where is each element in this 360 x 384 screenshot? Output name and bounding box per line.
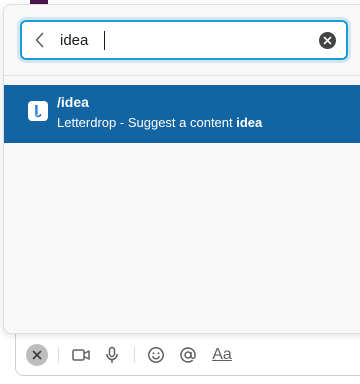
close-shortcuts-button[interactable] [26, 344, 48, 366]
microphone-icon [106, 346, 118, 364]
search-divider [4, 75, 360, 76]
video-clip-button[interactable] [70, 344, 92, 366]
video-camera-icon [72, 349, 90, 361]
description-match-highlight: idea [236, 115, 263, 130]
shortcut-app-name: Letterdrop [57, 115, 117, 130]
audio-clip-button[interactable] [102, 344, 122, 366]
toolbar-divider [58, 347, 59, 363]
letterdrop-app-icon [28, 101, 48, 121]
close-icon [323, 36, 332, 45]
composer-toolbar: Aa [0, 338, 360, 372]
close-icon [32, 350, 42, 360]
search-area [4, 5, 360, 75]
toolbar-divider [134, 347, 135, 363]
formatting-toggle-button[interactable]: Aa [210, 344, 234, 366]
shortcut-result-item[interactable]: /idea Letterdrop - Suggest a content ide… [4, 85, 360, 143]
emoji-button[interactable] [146, 344, 166, 366]
search-input[interactable] [60, 28, 300, 52]
shortcut-description: Letterdrop - Suggest a content idea [57, 115, 262, 130]
description-text: Suggest a content [127, 115, 237, 130]
description-separator: - [116, 115, 128, 130]
clear-search-button[interactable] [319, 32, 336, 49]
text-cursor [104, 31, 105, 50]
chevron-left-icon [35, 32, 44, 48]
smiley-icon [148, 347, 164, 363]
app-window: Aa idea /idea Letterdrop - Suggest a con… [0, 0, 360, 384]
shortcut-command: /idea [57, 94, 89, 110]
mention-button[interactable] [178, 344, 198, 366]
at-sign-icon [180, 347, 196, 363]
back-button[interactable] [32, 31, 48, 49]
shortcut-search-popup: /idea Letterdrop - Suggest a content ide… [3, 4, 360, 334]
search-box [20, 20, 348, 60]
